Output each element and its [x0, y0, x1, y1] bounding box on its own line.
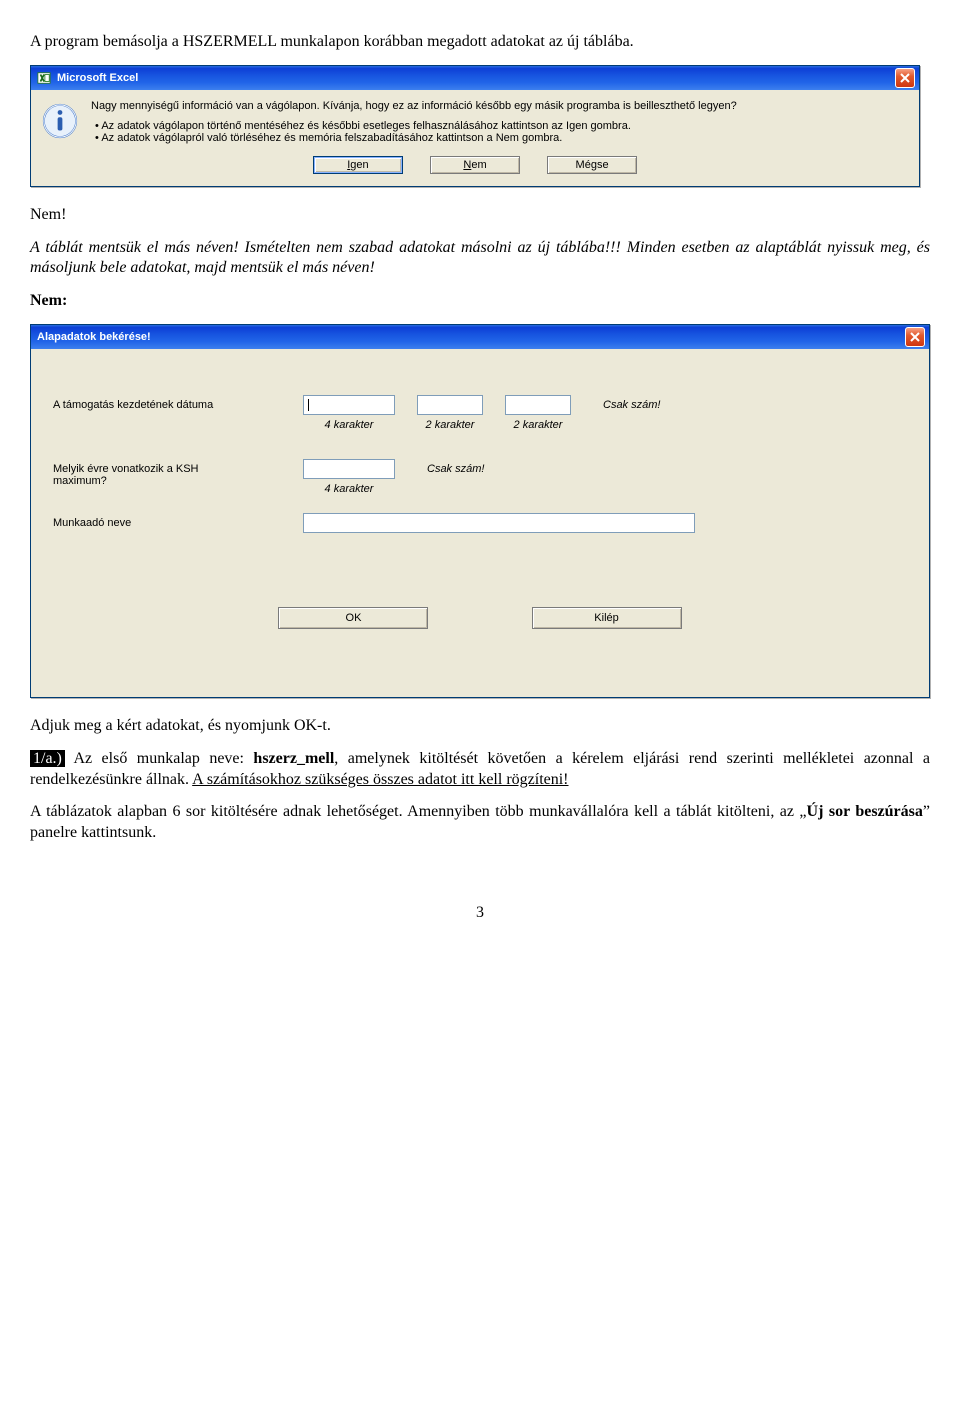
ksh-year-label: Melyik évre vonatkozik a KSH maximum?	[53, 459, 303, 487]
exit-button[interactable]: Kilép	[532, 607, 682, 629]
dialog-bullet-yes: Az adatok vágólapon történő mentéséhez é…	[95, 120, 909, 132]
employer-name-label: Munkaadó neve	[53, 513, 303, 529]
paragraph-nem-excl: Nem!	[30, 205, 930, 226]
excel-icon	[37, 71, 51, 85]
section-badge-1a: 1/a.)	[30, 750, 65, 767]
close-button[interactable]	[895, 68, 915, 88]
paragraph-rows: A táblázatok alapban 6 sor kitöltésére a…	[30, 802, 930, 844]
numbers-only-hint: Csak szám!	[603, 395, 660, 411]
start-year-input[interactable]	[303, 395, 395, 415]
field-caption-2b: 2 karakter	[514, 419, 563, 431]
info-icon	[41, 102, 79, 140]
numbers-only-hint-2: Csak szám!	[427, 459, 484, 475]
field-caption-4: 4 karakter	[325, 419, 374, 431]
start-date-label: A támogatás kezdetének dátuma	[53, 395, 303, 411]
paragraph-intro: A program bemásolja a HSZERMELL munkalap…	[30, 32, 930, 53]
ok-button[interactable]: OK	[278, 607, 428, 629]
yes-button[interactable]: Igen	[313, 156, 403, 174]
close-icon	[900, 73, 910, 83]
paragraph-warning: A táblát mentsük el más néven! Ismételte…	[30, 238, 930, 280]
dialog2-titlebar: Alapadatok bekérése!	[31, 325, 929, 349]
close-icon	[910, 332, 920, 342]
dialog2-title: Alapadatok bekérése!	[37, 331, 151, 343]
no-button[interactable]: Nem	[430, 156, 520, 174]
start-day-input[interactable]	[505, 395, 571, 415]
paragraph-1a: 1/a.) Az első munkalap neve: hszerz_mell…	[30, 749, 930, 791]
dialog-title: Microsoft Excel	[57, 72, 138, 84]
dialog-question: Nagy mennyiségű információ van a vágólap…	[91, 100, 909, 112]
field-caption-4b: 4 karakter	[325, 483, 374, 495]
start-month-input[interactable]	[417, 395, 483, 415]
employer-name-input[interactable]	[303, 513, 695, 533]
no-button-rest: em	[471, 159, 486, 171]
ksh-year-input[interactable]	[303, 459, 395, 479]
dialog-message: Nagy mennyiségű információ van a vágólap…	[91, 100, 909, 144]
field-caption-2: 2 karakter	[426, 419, 475, 431]
cancel-button[interactable]: Mégse	[547, 156, 637, 174]
alapadatok-dialog: Alapadatok bekérése! A támogatás kezdeté…	[30, 324, 930, 698]
close-button[interactable]	[905, 327, 925, 347]
paragraph-ok-instruction: Adjuk meg a kért adatokat, és nyomjunk O…	[30, 716, 930, 737]
yes-button-rest: gen	[350, 159, 368, 171]
dialog-bullet-no: Az adatok vágólapról való törléséhez és …	[95, 132, 909, 144]
dialog-titlebar: Microsoft Excel	[31, 66, 919, 90]
excel-clipboard-dialog: Microsoft Excel Nagy mennyiségű informác…	[30, 65, 920, 187]
page-number: 3	[30, 904, 930, 922]
paragraph-nem-label: Nem:	[30, 291, 930, 312]
